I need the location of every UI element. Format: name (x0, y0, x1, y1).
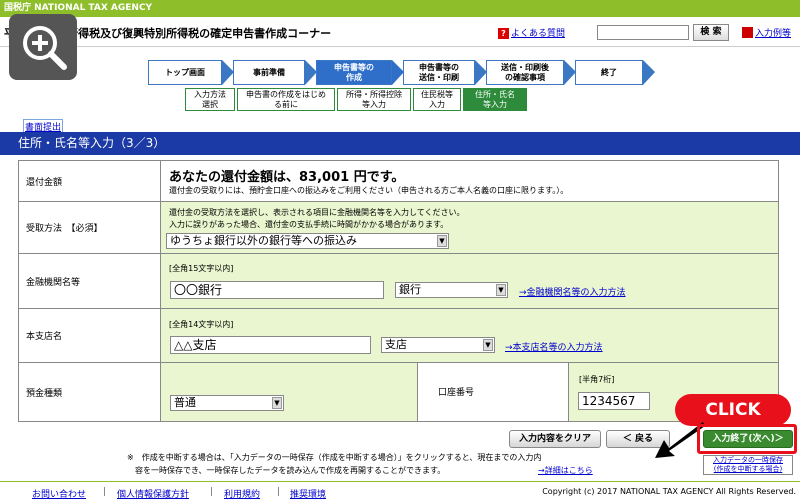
method-row: 受取方法 【必須】 還付金の受取方法を選択し、表示される項目に金融機関名等を入力… (18, 201, 779, 254)
book-icon (742, 27, 753, 38)
step-confirm: 送信・印刷後 の確認事項 (486, 60, 564, 85)
step-arrow-icon (643, 60, 655, 85)
footer-separator: | (103, 487, 107, 497)
highlight-frame (697, 424, 797, 454)
step-top: トップ画面 (148, 60, 222, 85)
method-note-2: 入力に誤りがあった場合、還付金の支払手続に時間がかかる場合があります。 (169, 220, 449, 229)
account-number-input[interactable]: 1234567 (578, 392, 650, 410)
substep-income: 所得・所得控除 等入力 (337, 88, 411, 111)
zoom-in-button[interactable] (9, 14, 77, 80)
footer-terms-link[interactable]: 利用規約 (224, 487, 260, 500)
branch-row: 本支店名 [全角14文字以内] △△支店 支店 ▼ →本支店名等の入力方法 (18, 308, 779, 363)
faq-label: よくある質問 (511, 29, 566, 39)
bank-name-input[interactable]: 〇〇銀行 (170, 281, 384, 299)
branch-type-value: 支店 (385, 338, 407, 351)
save-draft-button[interactable]: 入力データの一時保存 (作成を中断する場合) (703, 455, 793, 475)
refund-label: 還付金額 (19, 161, 161, 201)
deposit-row: 預金種類 普通 ▼ 口座番号 [半角7桁] 1234567 (18, 362, 779, 422)
bank-type-value: 銀行 (399, 283, 421, 296)
clear-button[interactable]: 入力内容をクリア (509, 430, 601, 448)
section-title: 住所・氏名等入力（3／3） (0, 132, 800, 155)
branch-type-select[interactable]: 支店 ▼ (381, 337, 495, 353)
dropdown-arrow-icon: ▼ (437, 235, 447, 247)
title-bar: 平成29年分 所得税及び復興特別所得税の確定申告書作成コーナー ? よくある質問 … (0, 17, 800, 47)
footer: お問い合わせ | 個人情報保護方針 | 利用規約 | 推奨環境 Copyrigh… (0, 481, 800, 501)
footer-separator: | (210, 487, 214, 497)
dropdown-arrow-icon: ▼ (496, 284, 506, 296)
substep-method: 入力方法 選択 (185, 88, 235, 111)
footer-env-link[interactable]: 推奨環境 (290, 487, 326, 500)
search-button[interactable]: 検 索 (693, 24, 729, 41)
footer-contact-link[interactable]: お問い合わせ (32, 487, 86, 500)
branch-name-input[interactable]: △△支店 (170, 336, 371, 354)
deposit-type-value: 普通 (174, 396, 196, 409)
step-end: 終了 (575, 60, 643, 85)
dropdown-arrow-icon: ▼ (483, 339, 493, 351)
method-select[interactable]: ゆうちょ銀行以外の銀行等への振込み ▼ (166, 233, 449, 249)
agency-banner: 国税庁 NATIONAL TAX AGENCY (0, 0, 800, 17)
bank-help-link[interactable]: →金融機関名等の入力方法 (519, 285, 626, 298)
method-value: ゆうちょ銀行以外の銀行等への振込み (170, 234, 357, 247)
method-label: 受取方法 【必須】 (19, 202, 161, 253)
account-label: 口座番号 (438, 388, 475, 398)
copyright: Copyright (c) 2017 NATIONAL TAX AGENCY A… (542, 487, 796, 496)
account-limit: [半角7桁] (579, 375, 615, 384)
deposit-label: 預金種類 (19, 363, 161, 421)
footer-separator: | (277, 487, 281, 497)
bank-label: 金融機関名等 (19, 254, 161, 308)
refund-row: 還付金額 あなたの還付金額は、83,001 円です。 還付金の受取りには、預貯金… (18, 160, 779, 202)
branch-label: 本支店名 (19, 309, 161, 362)
step-prep: 事前準備 (233, 60, 305, 85)
footer-privacy-link[interactable]: 個人情報保護方針 (117, 487, 189, 500)
search-input[interactable] (597, 25, 689, 40)
step-create: 申告書等の 作成 (316, 60, 392, 85)
bank-limit: [全角15文字以内] (169, 264, 234, 273)
details-link[interactable]: →詳細はこちら (538, 465, 593, 476)
refund-note: 還付金の受取りには、預貯金口座への振込みをご利用ください（申告される方ご本人名義… (169, 186, 569, 195)
interrupt-note-1: ※ 作成を中断する場合は、「入力データの一時保存（作成を中断する場合）」をクリッ… (127, 453, 542, 462)
dropdown-arrow-icon: ▼ (272, 397, 282, 409)
substep-before: 申告書の作成をはじめ る前に (237, 88, 335, 111)
branch-help-link[interactable]: →本支店名等の入力方法 (505, 340, 603, 353)
interrupt-note-2: 容を一時保存でき、一時保存したデータを読み込んで作成を再開することができます。 (135, 466, 446, 475)
input-example-label: 入力例等 (755, 29, 792, 39)
account-label-cell: 口座番号 (417, 363, 569, 421)
step-send: 申告書等の 送信・印刷 (403, 60, 475, 85)
substep-address: 住所・氏名 等入力 (463, 88, 527, 111)
faq-link[interactable]: ? よくある質問 (498, 26, 565, 39)
bank-type-select[interactable]: 銀行 ▼ (395, 282, 508, 298)
method-note-1: 還付金の受取方法を選択し、表示される項目に金融機関名等を入力してください。 (169, 208, 465, 217)
question-icon: ? (498, 28, 509, 39)
substep-resident: 住民税等 入力 (413, 88, 461, 111)
deposit-type-select[interactable]: 普通 ▼ (170, 395, 284, 411)
branch-limit: [全角14文字以内] (169, 320, 234, 329)
bank-row: 金融機関名等 [全角15文字以内] 〇〇銀行 銀行 ▼ →金融機関名等の入力方法 (18, 253, 779, 309)
zoom-in-icon (23, 26, 67, 70)
input-example-link[interactable]: 入力例等 (742, 26, 791, 39)
